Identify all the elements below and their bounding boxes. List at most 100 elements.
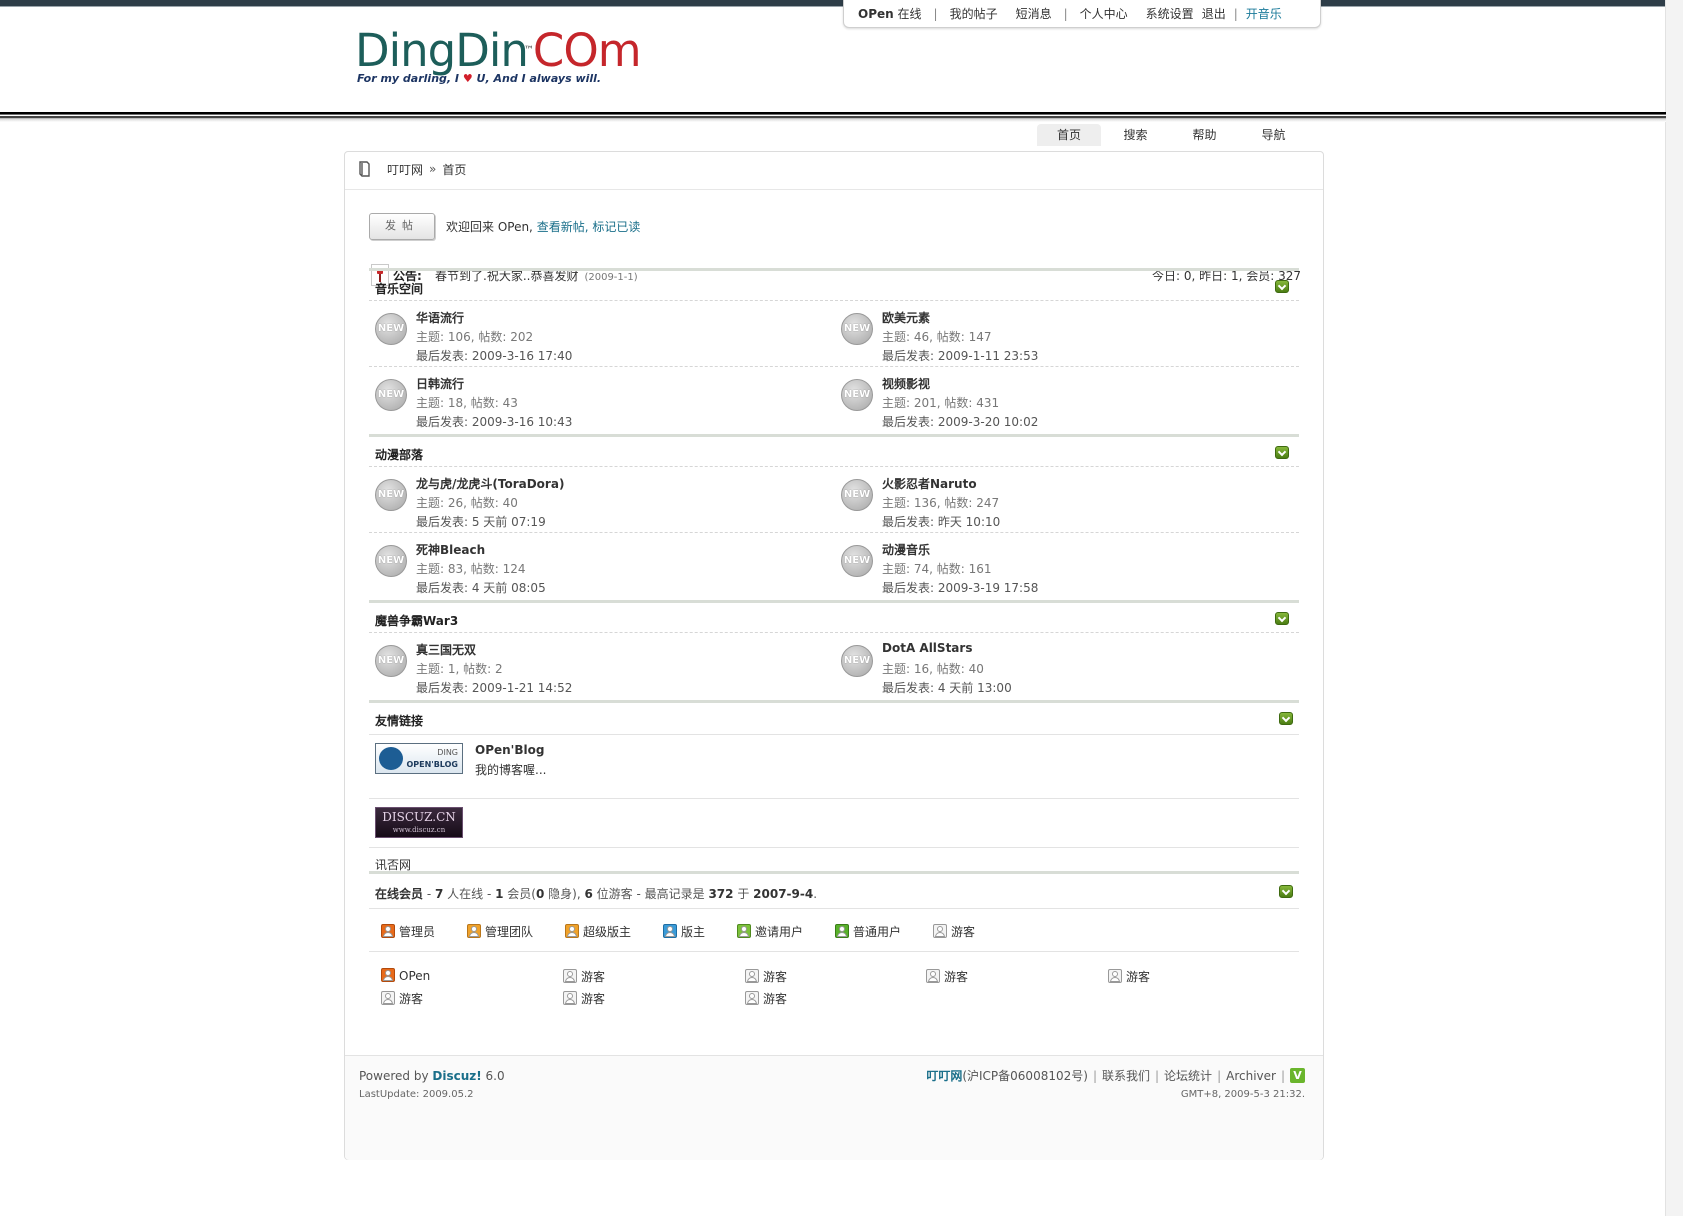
collapse-icon[interactable] (1275, 280, 1289, 293)
footer: Powered by Discuz! 6.0 LastUpdate: 2009.… (345, 1055, 1323, 1160)
blog-desc: 我的博客喔... (475, 763, 547, 777)
category-anime: 动漫部落 NEW 龙与虎/龙虎斗(ToraDora) 主题: 26, 帖数: 4… (369, 434, 1299, 599)
discuz-logo-text: DISCUZ.CN (382, 810, 456, 824)
new-post-button[interactable]: 发帖 (369, 213, 435, 240)
forum-name[interactable]: 视频影视 (882, 375, 930, 392)
blog-logo-bottom: OPEN'BLOG (406, 760, 458, 769)
settings-link[interactable]: 系统设置 (1146, 5, 1194, 22)
online-user[interactable]: OPen (381, 968, 430, 983)
new-forum-icon: NEW (841, 479, 873, 511)
archiver-link[interactable]: Archiver (1226, 1069, 1276, 1083)
forum-name[interactable]: 日韩流行 (416, 375, 464, 392)
forum-last-post[interactable]: 最后发表: 2009-3-19 17:58 (882, 579, 1038, 596)
guest-user-icon (745, 969, 759, 983)
forum-stats: 主题: 46, 帖数: 147 (882, 330, 992, 344)
forum-last-post[interactable]: 最后发表: 4 天前 13:00 (882, 679, 1012, 696)
summary-text: 于 (733, 887, 754, 901)
forum-last-post[interactable]: 最后发表: 2009-3-16 10:43 (416, 413, 572, 430)
legend-label: 管理员 (399, 925, 436, 939)
username-link[interactable]: OPen (858, 7, 894, 21)
category-title-anime[interactable]: 动漫部落 (375, 446, 423, 463)
forum-last-post[interactable]: 最后发表: 2009-1-11 23:53 (882, 347, 1038, 364)
tagline-b: U, And I always will. (472, 72, 602, 85)
forum-name[interactable]: 欧美元素 (882, 309, 930, 326)
collapse-icon[interactable] (1275, 446, 1289, 459)
discuz-logo[interactable]: DISCUZ.CN www.discuz.cn (375, 807, 463, 838)
online-title[interactable]: 在线会员 (375, 887, 423, 901)
summary-text: . (813, 887, 818, 901)
forum-last-post[interactable]: 最后发表: 昨天 10:10 (882, 513, 1000, 530)
category-title-music[interactable]: 音乐空间 (375, 280, 423, 297)
footer-separator: | (1155, 1068, 1160, 1083)
forum-last-post[interactable]: 最后发表: 2009-1-21 14:52 (416, 679, 572, 696)
online-user-name[interactable]: OPen (399, 969, 430, 983)
forum-last-post[interactable]: 最后发表: 2009-3-20 10:02 (882, 413, 1038, 430)
footer-site-link[interactable]: 叮叮网 (926, 1067, 962, 1084)
last-update: LastUpdate: 2009.05.2 (359, 1089, 474, 1100)
collapse-icon[interactable] (1275, 612, 1289, 625)
discuz-link[interactable]: Discuz! (432, 1069, 481, 1083)
friend-links: 友情链接 DING OPEN'BLOG OPen'Blog 我的博客喔... D… (369, 700, 1299, 881)
forum-row: NEW 龙与虎/龙虎斗(ToraDora) 主题: 26, 帖数: 40 最后发… (369, 467, 1299, 533)
logo-part2: COm (532, 24, 642, 77)
category-header: 音乐空间 (369, 268, 1299, 301)
mark-read-link[interactable]: 标记已读 (592, 220, 640, 234)
nav-help[interactable]: 帮助 (1170, 124, 1239, 146)
guest-user-icon (381, 991, 395, 1005)
nav-search[interactable]: 搜索 (1101, 124, 1170, 146)
nav-home[interactable]: 首页 (1037, 124, 1101, 146)
legend-label: 游客 (951, 925, 976, 939)
forum-stats: 主题: 18, 帖数: 43 (416, 396, 518, 410)
forum-name[interactable]: 龙与虎/龙虎斗(ToraDora) (416, 475, 564, 492)
validation-icon[interactable]: V (1290, 1068, 1305, 1083)
forum-last-post[interactable]: 最后发表: 5 天前 07:19 (416, 513, 546, 530)
guest-user-icon (745, 991, 759, 1005)
forum-name[interactable]: 火影忍者Naruto (882, 475, 977, 492)
legend-label: 邀请用户 (755, 925, 804, 939)
breadcrumb-site-link[interactable]: 叮叮网 (387, 161, 423, 178)
logout-link[interactable]: 退出 (1202, 5, 1226, 22)
forum-last-post[interactable]: 最后发表: 2009-3-16 17:40 (416, 347, 572, 364)
guest-user-icon (926, 969, 940, 983)
forum-name[interactable]: 华语流行 (416, 309, 464, 326)
links-header: 友情链接 (369, 700, 1299, 735)
blog-link[interactable]: OPen'Blog (475, 743, 544, 757)
forum-item: NEW 视频影视 主题: 201, 帖数: 431 最后发表: 2009-3-2… (841, 375, 1301, 431)
powered-by: Powered by Discuz! 6.0 (359, 1069, 505, 1083)
stats-link[interactable]: 论坛统计 (1164, 1067, 1212, 1084)
forum-stats: 主题: 1, 帖数: 2 (416, 662, 503, 676)
blog-logo[interactable]: DING OPEN'BLOG (375, 743, 463, 774)
forum-name[interactable]: 动漫音乐 (882, 541, 930, 558)
collapse-icon[interactable] (1279, 712, 1293, 725)
forum-name[interactable]: DotA AllStars (882, 641, 972, 655)
category-title-war3[interactable]: 魔兽争霸War3 (375, 612, 458, 629)
online-user-list: OPen 游客 游客 游客 游客 游客 游客 游客 (369, 952, 1299, 1022)
nav-navigation[interactable]: 导航 (1239, 124, 1308, 146)
blog-logo-top: DING (437, 748, 458, 757)
link-item-blog: DING OPEN'BLOG OPen'Blog 我的博客喔... (369, 735, 1299, 799)
main-nav: 首页 搜索 帮助 导航 (1037, 124, 1308, 146)
view-new-posts-link[interactable]: 查看新帖 (537, 220, 585, 234)
icp-number[interactable]: (沪ICP备06008102号) (962, 1067, 1088, 1084)
profile-link[interactable]: 个人中心 (1080, 5, 1128, 22)
new-forum-icon: NEW (375, 313, 407, 345)
breadcrumb-icon (359, 161, 370, 177)
regular-user-icon (835, 924, 849, 938)
forum-stats: 主题: 136, 帖数: 247 (882, 496, 1000, 510)
forum-name[interactable]: 死神Bleach (416, 541, 485, 558)
online-user-name: 游客 (1126, 970, 1151, 984)
scrollbar[interactable] (1665, 0, 1683, 1216)
messages-link[interactable]: 短消息 (1016, 5, 1052, 22)
collapse-icon[interactable] (1279, 885, 1293, 898)
legend-label: 版主 (681, 925, 706, 939)
forum-name[interactable]: 真三国无双 (416, 641, 476, 658)
blog-logo-circle (379, 747, 403, 770)
music-toggle-link[interactable]: 开音乐 (1246, 5, 1282, 22)
forum-last-post[interactable]: 最后发表: 4 天前 08:05 (416, 579, 546, 596)
forum-item: NEW 华语流行 主题: 106, 帖数: 202 最后发表: 2009-3-1… (375, 309, 835, 365)
contact-link[interactable]: 联系我们 (1102, 1067, 1150, 1084)
footer-separator: | (1280, 1068, 1285, 1083)
my-posts-link[interactable]: 我的帖子 (950, 5, 998, 22)
breadcrumb-separator: » (429, 162, 437, 176)
site-logo[interactable]: DingDin™COm For my darling, I ♥ U, And I… (355, 26, 655, 96)
